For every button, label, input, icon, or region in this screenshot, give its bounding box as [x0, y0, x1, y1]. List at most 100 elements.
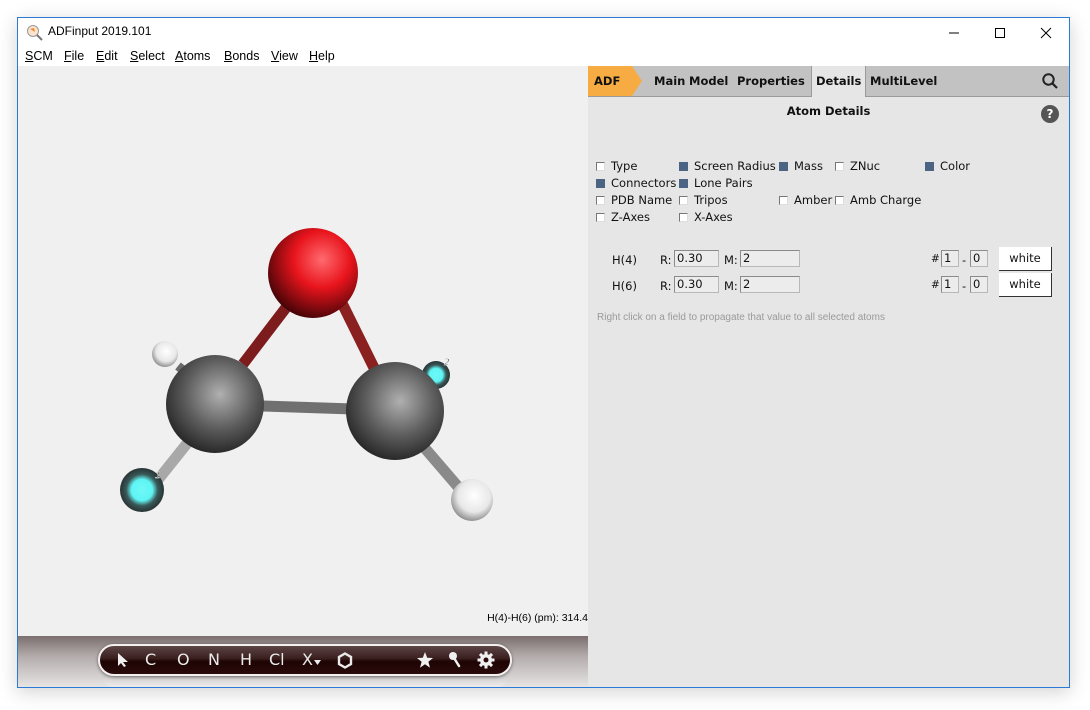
edit-toolbar: C O N H Cl X [98, 644, 512, 676]
dropdown-arrow-icon [314, 660, 321, 665]
checkbox-box[interactable] [679, 162, 688, 171]
checkbox-x-axes[interactable]: X-Axes [679, 210, 733, 224]
details-panel: ADF Main Model Properties Details MultiL… [588, 66, 1069, 687]
atom-row: H(4) R: 0.30 M: 2 # 1 - 0 white [588, 247, 1069, 272]
checkbox-color[interactable]: Color [925, 159, 970, 173]
mass-label: M: [724, 279, 738, 293]
mass-field[interactable]: 2 [740, 276, 800, 293]
tab-adf[interactable]: ADF [588, 66, 632, 96]
atom-oxygen[interactable] [268, 228, 358, 318]
window-title: ADFinput 2019.101 [48, 24, 152, 38]
settings-gear-icon[interactable] [477, 651, 495, 669]
select-tool-icon[interactable] [116, 652, 130, 668]
menu-atoms[interactable]: Atoms [175, 49, 210, 63]
menu-scm[interactable]: SCM [25, 49, 53, 63]
maximize-icon [995, 28, 1005, 38]
checkbox-screen-radius[interactable]: Screen Radius [679, 159, 776, 173]
connectors-to-field[interactable]: 0 [970, 276, 988, 293]
menu-bar: SCM File Edit Select Atoms Bonds View He… [18, 48, 1069, 66]
close-icon [1040, 27, 1052, 39]
tab-multilevel[interactable]: MultiLevel [870, 66, 937, 96]
color-button[interactable]: white [999, 247, 1052, 271]
radius-field[interactable]: 0.30 [674, 250, 719, 267]
tab-adf-arrow [632, 66, 642, 96]
checkbox-connectors[interactable]: Connectors [596, 176, 676, 190]
oxygen-tool[interactable]: O [177, 650, 190, 670]
checkbox-type[interactable]: Type [596, 159, 637, 173]
close-button[interactable] [1023, 18, 1069, 48]
hydrogen-tool[interactable]: H [240, 650, 252, 670]
tab-model[interactable]: Model [689, 66, 728, 96]
title-bar: ADFinput 2019.101 [18, 18, 1069, 48]
checkbox-znuc[interactable]: ZNuc [835, 159, 880, 173]
atom-name: H(6) [612, 279, 637, 293]
toolbar-area: C O N H Cl X [18, 636, 588, 687]
checkbox-amber[interactable]: Amber [779, 193, 832, 207]
chlorine-tool[interactable]: Cl [269, 650, 285, 670]
ring-tool-icon[interactable] [337, 652, 353, 669]
atom-hydrogen-back[interactable] [152, 341, 178, 367]
menu-edit[interactable]: Edit [96, 49, 118, 63]
checkbox-box[interactable] [679, 179, 688, 188]
checkbox-box[interactable] [835, 196, 844, 205]
checkbox-box[interactable] [679, 196, 688, 205]
mass-field[interactable]: 2 [740, 250, 800, 267]
checkbox-lone-pairs[interactable]: Lone Pairs [679, 176, 753, 190]
other-element-tool[interactable]: X [302, 650, 313, 670]
app-window: ADFinput 2019.101 SCM File Edit Select A… [17, 17, 1070, 688]
checkbox-box[interactable] [679, 213, 688, 222]
search-icon[interactable] [1041, 72, 1059, 90]
checkbox-box[interactable] [779, 196, 788, 205]
menu-view[interactable]: View [271, 49, 298, 63]
help-icon[interactable]: ? [1041, 105, 1059, 123]
checkbox-box[interactable] [596, 196, 605, 205]
checkbox-box[interactable] [779, 162, 788, 171]
connectors-hash-label: # [931, 253, 940, 265]
radius-label: R: [660, 279, 672, 293]
connectors-from-field[interactable]: 1 [941, 250, 959, 267]
checkbox-z-axes[interactable]: Z-Axes [596, 210, 650, 224]
tab-properties[interactable]: Properties [737, 66, 805, 96]
connectors-to-field[interactable]: 0 [970, 250, 988, 267]
toolbar-reflection [102, 676, 508, 687]
checkbox-amb-charge[interactable]: Amb Charge [835, 193, 921, 207]
menu-bonds[interactable]: Bonds [224, 49, 259, 63]
checkbox-box[interactable] [835, 162, 844, 171]
atom-hydrogen-front[interactable] [451, 479, 493, 521]
menu-file[interactable]: File [64, 49, 84, 63]
checkbox-pdb-name[interactable]: PDB Name [596, 193, 672, 207]
carbon-tool[interactable]: C [145, 650, 156, 670]
minimize-icon [949, 32, 959, 34]
molecule-viewport[interactable]: 1 2 H(4)-H(6) (pm): 314.4 [18, 66, 588, 636]
checkbox-mass[interactable]: Mass [779, 159, 823, 173]
menu-help[interactable]: Help [309, 49, 335, 63]
panel-title: Atom Details [786, 104, 871, 118]
maximize-button[interactable] [977, 18, 1023, 48]
app-logo-icon [27, 25, 43, 41]
menu-select[interactable]: Select [130, 49, 165, 63]
checkbox-tripos[interactable]: Tripos [679, 193, 728, 207]
nitrogen-tool[interactable]: N [208, 650, 220, 670]
color-button[interactable]: white [999, 273, 1052, 297]
tab-details[interactable]: Details [811, 66, 867, 97]
molecule-canvas[interactable]: 1 2 [18, 66, 588, 636]
connectors-from-field[interactable]: 1 [941, 276, 959, 293]
checkbox-box[interactable] [596, 213, 605, 222]
connectors-hash-label: # [931, 279, 940, 291]
checkbox-box[interactable] [925, 162, 934, 171]
minimize-button[interactable] [931, 18, 977, 48]
atom-carbon-1[interactable] [166, 355, 264, 453]
atom-row: H(6) R: 0.30 M: 2 # 1 - 0 white [588, 273, 1069, 298]
distance-readout: H(4)-H(6) (pm): 314.4 [487, 612, 588, 624]
atom-label-1: 1 [155, 471, 161, 481]
checkbox-box[interactable] [596, 162, 605, 171]
bond-c1-c2[interactable] [262, 400, 354, 415]
pin-tool-icon[interactable] [448, 651, 462, 669]
checkbox-box[interactable] [596, 179, 605, 188]
atom-carbon-2[interactable] [346, 362, 444, 460]
tab-main[interactable]: Main [654, 66, 685, 96]
atom-label-2: 2 [444, 358, 450, 368]
favorites-star-icon[interactable] [416, 651, 434, 669]
connectors-dash: - [962, 253, 967, 267]
radius-field[interactable]: 0.30 [674, 276, 719, 293]
